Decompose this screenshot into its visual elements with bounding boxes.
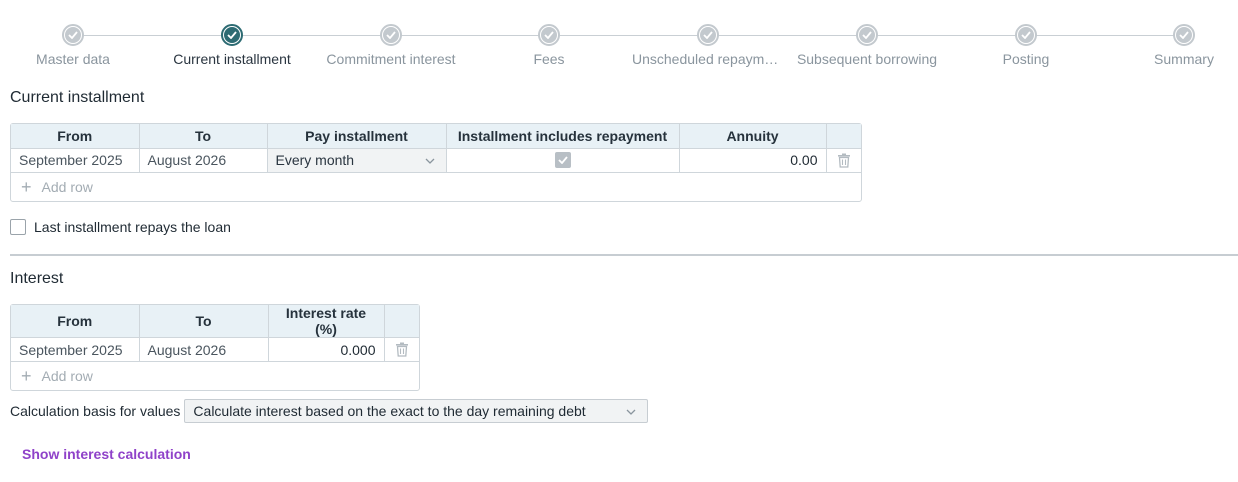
includes-repayment-cell [446, 148, 680, 173]
add-row-button[interactable]: + Add row [11, 362, 419, 390]
interest-rate-cell[interactable]: 0.000 [268, 337, 385, 362]
step-check-icon [697, 24, 719, 46]
installment-grid: From To Pay installment Installment incl… [10, 123, 862, 202]
column-header-includes-repayment: Installment includes repayment [446, 124, 680, 149]
step-check-icon [1015, 24, 1037, 46]
step-label: Subsequent borrowing [796, 51, 938, 67]
interest-section-title: Interest [10, 270, 64, 287]
to-cell[interactable]: August 2026 [139, 148, 268, 173]
calculation-basis-row: Calculation basis for values Calculate i… [10, 399, 649, 423]
column-header-to: To [139, 305, 269, 338]
column-header-from: From [11, 124, 140, 149]
annuity-cell[interactable]: 0.00 [679, 148, 827, 173]
calculation-basis-label: Calculation basis for values [10, 403, 181, 419]
last-installment-option[interactable]: Last installment repays the loan [10, 219, 231, 235]
step-check-icon [856, 24, 878, 46]
step-commitment-interest[interactable]: Commitment interest [311, 24, 471, 67]
show-interest-calculation-link[interactable]: Show interest calculation [22, 446, 191, 462]
from-cell[interactable]: September 2025 [11, 148, 140, 173]
step-subsequent-borrowing[interactable]: Subsequent borrowing [787, 24, 947, 67]
chevron-down-icon [626, 409, 636, 415]
check-icon [557, 156, 568, 164]
step-fees[interactable]: Fees [469, 24, 629, 67]
column-header-to: To [139, 124, 268, 149]
installment-section-title: Current installment [10, 89, 145, 106]
step-label: Unscheduled repayme… [632, 51, 784, 67]
step-check-icon [538, 24, 560, 46]
progress-stepper: Master data Current installment Commitme… [0, 22, 1238, 72]
step-check-icon [1173, 24, 1195, 46]
section-divider [10, 254, 1238, 256]
calculation-basis-select[interactable]: Calculate interest based on the exact to… [184, 399, 649, 423]
step-check-icon [221, 24, 243, 46]
column-header-from: From [11, 305, 140, 338]
trash-icon [837, 153, 850, 168]
step-label: Posting [1002, 51, 1050, 67]
step-label: Current installment [173, 51, 291, 67]
step-check-icon [380, 24, 402, 46]
trash-icon [395, 342, 408, 357]
column-header-actions [384, 305, 419, 338]
interest-grid: From To Interest rate (%) September 2025… [10, 304, 420, 391]
last-installment-label: Last installment repays the loan [34, 219, 231, 235]
column-header-annuity: Annuity [679, 124, 827, 149]
column-header-interest-rate: Interest rate (%) [268, 305, 385, 338]
table-row: September 2025 August 2026 Every month 0… [11, 148, 861, 173]
add-row-button[interactable]: + Add row [11, 173, 861, 201]
add-row-label: Add row [41, 178, 93, 195]
pay-installment-value: Every month [275, 152, 355, 168]
step-summary[interactable]: Summary [1134, 24, 1234, 67]
pay-installment-select[interactable]: Every month [267, 148, 447, 173]
add-row-label: Add row [41, 368, 93, 384]
step-master-data[interactable]: Master data [0, 24, 153, 67]
step-label: Master data [36, 51, 110, 67]
interest-header-row: From To Interest rate (%) [11, 305, 419, 338]
table-row: September 2025 August 2026 0.000 [11, 337, 419, 362]
includes-repayment-checkbox[interactable] [554, 152, 571, 168]
step-label: Fees [533, 51, 565, 67]
step-current-installment[interactable]: Current installment [152, 24, 312, 67]
column-header-pay-installment: Pay installment [267, 124, 447, 149]
calculation-basis-value: Calculate interest based on the exact to… [193, 403, 586, 419]
installment-header-row: From To Pay installment Installment incl… [11, 124, 861, 149]
plus-icon: + [21, 176, 32, 197]
step-label: Commitment interest [326, 51, 456, 67]
column-header-actions [826, 124, 861, 149]
delete-cell [384, 337, 419, 362]
delete-cell [826, 148, 861, 173]
from-cell[interactable]: September 2025 [11, 337, 140, 362]
plus-icon: + [21, 366, 32, 386]
step-posting[interactable]: Posting [946, 24, 1106, 67]
chevron-down-icon [425, 158, 434, 164]
delete-row-button[interactable] [835, 153, 854, 168]
last-installment-checkbox[interactable] [10, 219, 26, 235]
step-check-icon [62, 24, 84, 46]
step-label: Summary [1154, 51, 1214, 67]
to-cell[interactable]: August 2026 [139, 337, 269, 362]
delete-row-button[interactable] [393, 342, 412, 357]
step-unscheduled-repayment[interactable]: Unscheduled repayme… [632, 24, 784, 67]
